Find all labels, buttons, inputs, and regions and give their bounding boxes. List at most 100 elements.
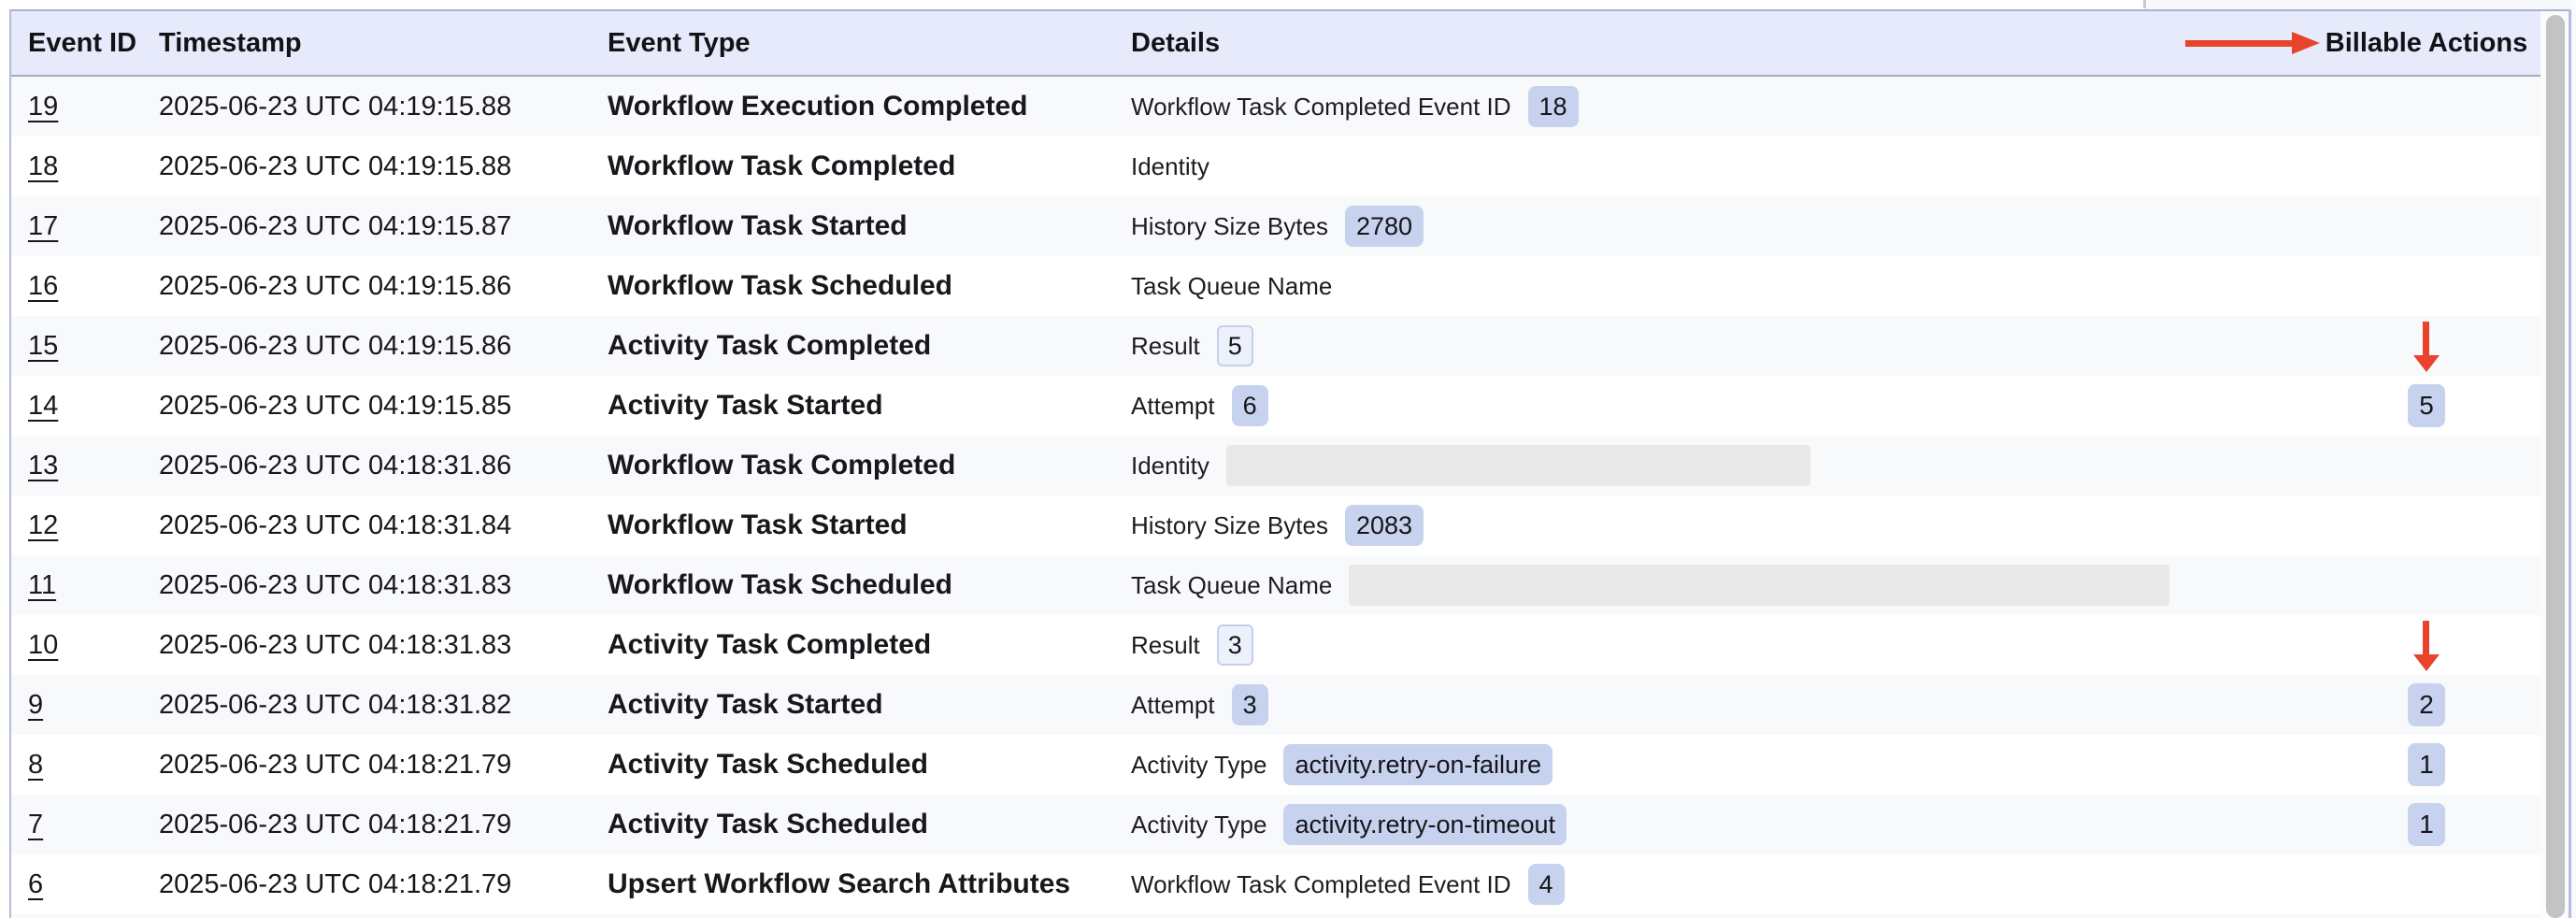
event-row-18[interactable]: 182025-06-23 UTC 04:19:15.88Workflow Tas… [11, 136, 2540, 196]
event-row-11[interactable]: 11 2025-06-23 UTC 04:18:31.83 Workflow Tas… [11, 555, 2540, 615]
column-header-timestamp: Timestamp [159, 11, 302, 75]
billable-actions-badge: 2 [2408, 683, 2445, 726]
detail-value-badge: 4 [1528, 864, 1565, 905]
detail-value-badge: 5 [1217, 325, 1253, 366]
event-row-17[interactable]: 172025-06-23 UTC 04:19:15.87Workflow Tas… [11, 196, 2540, 256]
detail-value-badge: 3 [1217, 624, 1253, 666]
event-id-link[interactable]: 11 [28, 570, 56, 601]
detail-label: Identity [1131, 452, 1209, 481]
event-id-link[interactable]: 19 [28, 92, 58, 122]
event-row-10[interactable]: 102025-06-23 UTC 04:18:31.83Activity Tas… [11, 615, 2540, 675]
detail-value-redacted-box [1349, 565, 2169, 606]
timestamp-cell: 2025-06-23 UTC 04:18:21.79 [159, 735, 511, 795]
details-cell: History Size Bytes 2083 [1131, 495, 1424, 555]
event-row-8[interactable]: 8 2025-06-23 UTC 04:18:21.79 Activity Task… [11, 735, 2540, 795]
event-id-cell: 9 [28, 675, 43, 735]
details-cell: Task Queue Name [1131, 555, 2169, 615]
event-id-link[interactable]: 17 [28, 211, 58, 242]
timestamp-cell: 2025-06-23 UTC 04:18:31.83 [159, 555, 511, 615]
details-cell: Attempt3 [1131, 675, 1268, 735]
red-arrow-right-shaft [2185, 40, 2294, 47]
event-type-cell: Workflow Task Scheduled [608, 555, 952, 615]
details-cell: Activity Type activity.retry-on-timeout [1131, 795, 1567, 854]
detail-label: Workflow Task Completed Event ID [1131, 870, 1511, 899]
event-row-9[interactable]: 92025-06-23 UTC 04:18:31.82Activity Task… [11, 675, 2540, 735]
billable-actions-cell [2314, 256, 2539, 316]
event-row-7[interactable]: 72025-06-23 UTC 04:18:21.79Activity Task… [11, 795, 2540, 854]
event-id-link[interactable]: 7 [28, 810, 43, 840]
details-cell: Identity [1131, 436, 1810, 495]
billable-actions-cell: 1 [2314, 795, 2539, 854]
detail-value-badge: 2083 [1345, 505, 1424, 546]
table-right-border [2569, 9, 2571, 918]
event-id-link[interactable]: 13 [28, 451, 58, 481]
timestamp-cell: 2025-06-23 UTC 04:19:15.88 [159, 77, 511, 136]
event-row-19[interactable]: 192025-06-23 UTC 04:19:15.88Workflow Exe… [11, 77, 2540, 136]
detail-label: Attempt [1131, 392, 1215, 421]
scrollbar-thumb[interactable] [2546, 15, 2565, 918]
event-id-link[interactable]: 10 [28, 630, 58, 661]
event-history-table-header: Event ID Timestamp Event Type Details Bi… [11, 11, 2540, 77]
column-header-details: Details [1131, 11, 1220, 75]
billable-actions-cell [2314, 615, 2539, 675]
event-id-cell: 19 [28, 77, 58, 136]
red-arrow-down-head [2413, 654, 2440, 671]
event-id-cell: 15 [28, 316, 58, 376]
details-cell: Attempt6 [1131, 376, 1268, 436]
timestamp-cell: 2025-06-23 UTC 04:18:31.84 [159, 495, 511, 555]
event-id-cell: 18 [28, 136, 58, 196]
billable-actions-cell [2314, 77, 2539, 136]
red-arrow-down-icon [2413, 619, 2440, 671]
timestamp-cell: 2025-06-23 UTC 04:19:15.86 [159, 316, 511, 376]
event-type-cell: Activity Task Scheduled [608, 735, 928, 795]
event-row-15[interactable]: 152025-06-23 UTC 04:19:15.86Activity Tas… [11, 316, 2540, 376]
timestamp-cell: 2025-06-23 UTC 04:18:21.79 [159, 795, 511, 854]
timestamp-cell: 2025-06-23 UTC 04:19:15.88 [159, 136, 511, 196]
event-row-16[interactable]: 162025-06-23 UTC 04:19:15.86Workflow Tas… [11, 256, 2540, 316]
detail-label: Result [1131, 332, 1200, 361]
details-cell: Activity Typeactivity.retry-on-failure [1131, 735, 1553, 795]
timestamp-cell: 2025-06-23 UTC 04:19:15.85 [159, 376, 511, 436]
billable-actions-cell: 5 [2314, 376, 2539, 436]
event-id-link[interactable]: 14 [28, 391, 58, 422]
event-type-cell: Activity Task Completed [608, 615, 931, 675]
event-id-link[interactable]: 8 [28, 750, 43, 781]
event-history-rows: 192025-06-23 UTC 04:19:15.88Workflow Exe… [11, 77, 2540, 918]
detail-label: Activity Type [1131, 810, 1267, 839]
detail-label: Activity Type [1131, 751, 1267, 780]
timestamp-cell: 2025-06-23 UTC 04:18:31.82 [159, 675, 511, 735]
event-id-link[interactable]: 9 [28, 690, 43, 721]
details-cell: Result 5 [1131, 316, 1253, 376]
detail-label: Identity [1131, 152, 1209, 181]
event-id-cell: 17 [28, 196, 58, 256]
event-id-link[interactable]: 18 [28, 151, 58, 182]
red-arrow-down-shaft [2423, 322, 2429, 356]
detail-label: Result [1131, 631, 1200, 660]
event-id-link[interactable]: 12 [28, 510, 58, 541]
billable-actions-cell [2314, 316, 2539, 376]
event-row-13[interactable]: 132025-06-23 UTC 04:18:31.86Workflow Tas… [11, 436, 2540, 495]
event-row-6[interactable]: 62025-06-23 UTC 04:18:21.79Upsert Workfl… [11, 854, 2540, 914]
detail-label: History Size Bytes [1131, 212, 1328, 241]
event-id-link[interactable]: 16 [28, 271, 58, 302]
event-row-12[interactable]: 122025-06-23 UTC 04:18:31.84Workflow Tas… [11, 495, 2540, 555]
detail-label: History Size Bytes [1131, 511, 1328, 540]
timestamp-cell: 2025-06-23 UTC 04:19:15.87 [159, 196, 511, 256]
page-right-margin [2571, 0, 2576, 918]
detail-label: Attempt [1131, 691, 1215, 720]
event-row-14[interactable]: 142025-06-23 UTC 04:19:15.85Activity Tas… [11, 376, 2540, 436]
detail-label: Workflow Task Completed Event ID [1131, 93, 1511, 122]
detail-value-badge: activity.retry-on-timeout [1283, 804, 1567, 845]
red-arrow-down-head [2413, 355, 2440, 372]
details-cell: History Size Bytes2780 [1131, 196, 1424, 256]
event-id-link[interactable]: 6 [28, 869, 43, 900]
billable-actions-badge: 1 [2408, 803, 2445, 846]
detail-value-redacted-box [1226, 445, 1810, 486]
event-id-cell: 12 [28, 495, 58, 555]
event-id-link[interactable]: 15 [28, 331, 58, 362]
event-id-cell: 8 [28, 735, 43, 795]
next-row-partial [11, 914, 2540, 918]
detail-value-badge: 18 [1528, 86, 1579, 127]
billable-actions-cell [2314, 555, 2539, 615]
billable-actions-cell: 2 [2314, 675, 2539, 735]
